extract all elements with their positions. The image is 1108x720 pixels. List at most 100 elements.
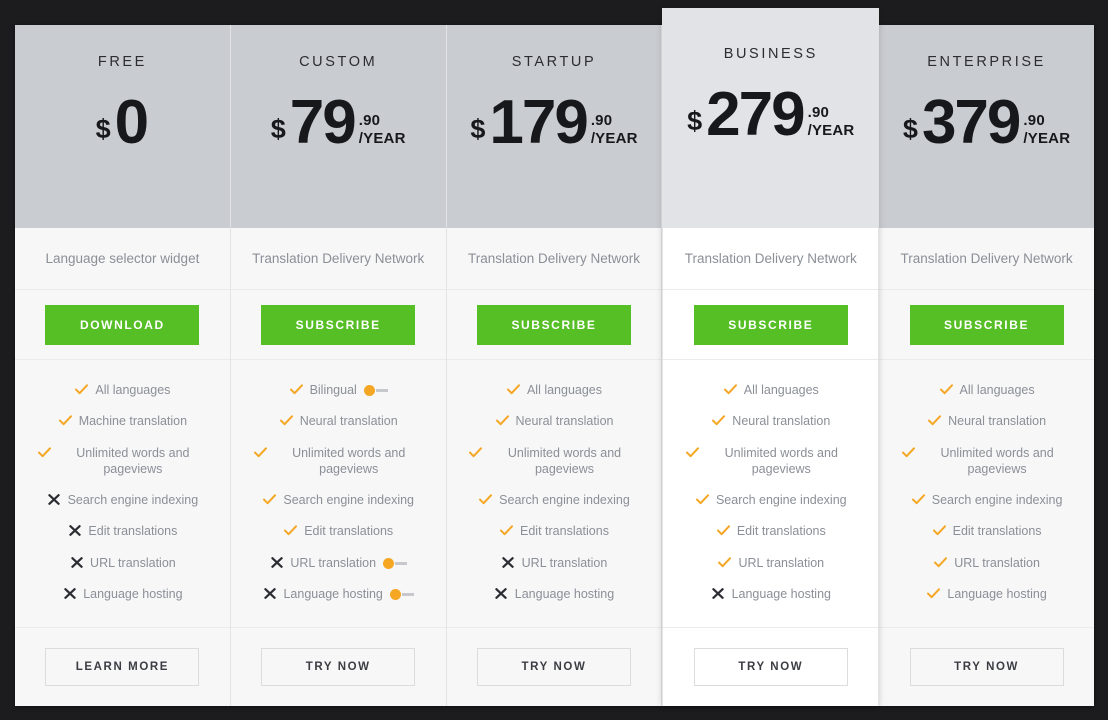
feature-row: Search engine indexing [25, 492, 220, 508]
plan-feature-list: Bilingual Neural translation Unlimited wor… [230, 360, 446, 628]
plan-footer-button[interactable]: TRY NOW [693, 648, 848, 686]
plan-name: BUSINESS [723, 46, 818, 62]
plan-cta-button[interactable]: SUBSCRIBE [909, 304, 1064, 345]
check-icon [716, 523, 731, 536]
feature-row: Search engine indexing [241, 492, 436, 508]
plan-column-free: FREE $0 Language selector widget DOWNLOAD Al… [15, 25, 231, 706]
feature-row: Neural translation [673, 413, 868, 429]
feature-label: Unlimited words and pageviews [292, 445, 406, 476]
feature-row: URL translation [25, 555, 220, 571]
check-icon [933, 555, 948, 568]
price-suffix: .90/YEAR [808, 104, 855, 142]
check-icon [911, 492, 926, 505]
feature-label: Search engine indexing [499, 493, 630, 507]
cross-icon [269, 555, 284, 568]
toggle-switch-icon[interactable] [383, 557, 408, 569]
cross-icon [262, 586, 277, 599]
check-icon [499, 523, 514, 536]
feature-row: URL translation [241, 555, 436, 571]
feature-label: Neural translation [948, 414, 1047, 429]
toggle-track [375, 389, 388, 392]
plan-cta-row: SUBSCRIBE [230, 290, 446, 360]
feature-label: Language hosting [731, 586, 831, 601]
feature-row: URL translation [457, 555, 652, 571]
check-icon [901, 445, 916, 458]
feature-label: Unlimited words and pageviews [76, 445, 190, 476]
feature-row: Neural translation [889, 413, 1084, 429]
feature-label: Edit translations [952, 524, 1042, 539]
feature-row: Unlimited words and pageviews [25, 445, 220, 478]
check-icon [279, 413, 294, 426]
toggle-track [395, 561, 408, 565]
price-amount: 279 [706, 79, 805, 149]
plan-name: CUSTOM [299, 54, 378, 70]
plan-subtitle: Language selector widget [15, 228, 230, 290]
plan-cta-row: SUBSCRIBE [663, 290, 879, 360]
check-icon [711, 413, 726, 426]
plan-price: $379.90/YEAR [889, 91, 1084, 153]
check-icon [932, 523, 947, 536]
plan-header: ENTERPRISE $379.90/YEAR [879, 25, 1094, 228]
feature-row: Unlimited words and pageviews [241, 445, 436, 478]
plan-header: CUSTOM $79.90/YEAR [230, 25, 446, 228]
plan-price: $0 [25, 87, 220, 157]
check-icon [685, 445, 700, 458]
plan-feature-list: All languages Neural translation Unlimited… [879, 360, 1094, 628]
pricing-table: FREE $0 Language selector widget DOWNLOAD Al… [15, 8, 1094, 706]
feature-row: Language hosting [25, 586, 220, 602]
plan-subtitle: Translation Delivery Network [663, 228, 879, 290]
check-icon [695, 492, 710, 505]
plan-column-startup: STARTUP $179.90/YEAR Translation Delivery … [446, 25, 663, 706]
plan-column-business: BUSINESS $279.90/YEAR Translation Delivery… [662, 8, 880, 706]
plan-footer-button[interactable]: TRY NOW [476, 648, 631, 686]
feature-row: Language hosting [241, 586, 436, 602]
plan-subtitle: Translation Delivery Network [230, 228, 446, 290]
plan-header: BUSINESS $279.90/YEAR [663, 8, 879, 228]
price-cents: .90 [1023, 111, 1045, 129]
price-amount: 0 [114, 87, 150, 157]
plan-footer-button[interactable]: LEARN MORE [45, 648, 200, 686]
check-icon [927, 413, 942, 426]
plan-header: FREE $0 [15, 25, 230, 228]
feature-label: All languages [959, 383, 1035, 397]
plan-header: STARTUP $179.90/YEAR [446, 25, 662, 228]
cross-icon [494, 586, 509, 599]
feature-row: All languages [889, 382, 1084, 398]
toggle-knob [363, 385, 375, 396]
feature-row: Search engine indexing [457, 492, 652, 508]
plan-name: STARTUP [511, 54, 597, 70]
toggle-knob [383, 557, 395, 569]
check-icon [58, 413, 73, 426]
feature-label: Language hosting [83, 586, 183, 601]
feature-row: Unlimited words and pageviews [889, 445, 1084, 478]
plan-name: ENTERPRISE [927, 54, 1046, 70]
price-currency: $ [270, 113, 286, 144]
plan-footer-button[interactable]: TRY NOW [261, 648, 416, 686]
feature-label: URL translation [521, 555, 608, 570]
check-icon [723, 382, 738, 395]
plan-footer-row: TRY NOW [231, 628, 446, 706]
plan-footer-row: TRY NOW [879, 628, 1094, 706]
plan-footer-row: LEARN MORE [15, 628, 230, 706]
price-period: /YEAR [358, 130, 406, 148]
feature-row: Edit translations [241, 523, 436, 539]
feature-label: URL translation [90, 555, 176, 570]
toggle-switch-icon[interactable] [389, 588, 414, 600]
feature-label: Neural translation [732, 414, 831, 429]
feature-row: Search engine indexing [889, 492, 1084, 508]
toggle-switch-icon[interactable] [363, 385, 388, 396]
check-icon [262, 492, 277, 505]
plan-cta-button[interactable]: SUBSCRIBE [261, 304, 416, 345]
plan-column-custom: CUSTOM $79.90/YEAR Translation Delivery Ne… [230, 25, 447, 706]
plan-cta-button[interactable]: DOWNLOAD [45, 304, 200, 345]
plan-cta-button[interactable]: SUBSCRIBE [693, 304, 848, 345]
feature-label: Unlimited words and pageviews [940, 445, 1054, 476]
feature-label: Language hosting [947, 586, 1047, 601]
plan-footer-button[interactable]: TRY NOW [909, 648, 1064, 686]
feature-label: Search engine indexing [931, 493, 1063, 507]
plan-price: $279.90/YEAR [673, 79, 868, 149]
plan-cta-button[interactable]: SUBSCRIBE [476, 304, 631, 345]
check-icon [253, 445, 268, 458]
feature-row: Bilingual [241, 382, 436, 398]
feature-label: URL translation [954, 555, 1040, 570]
